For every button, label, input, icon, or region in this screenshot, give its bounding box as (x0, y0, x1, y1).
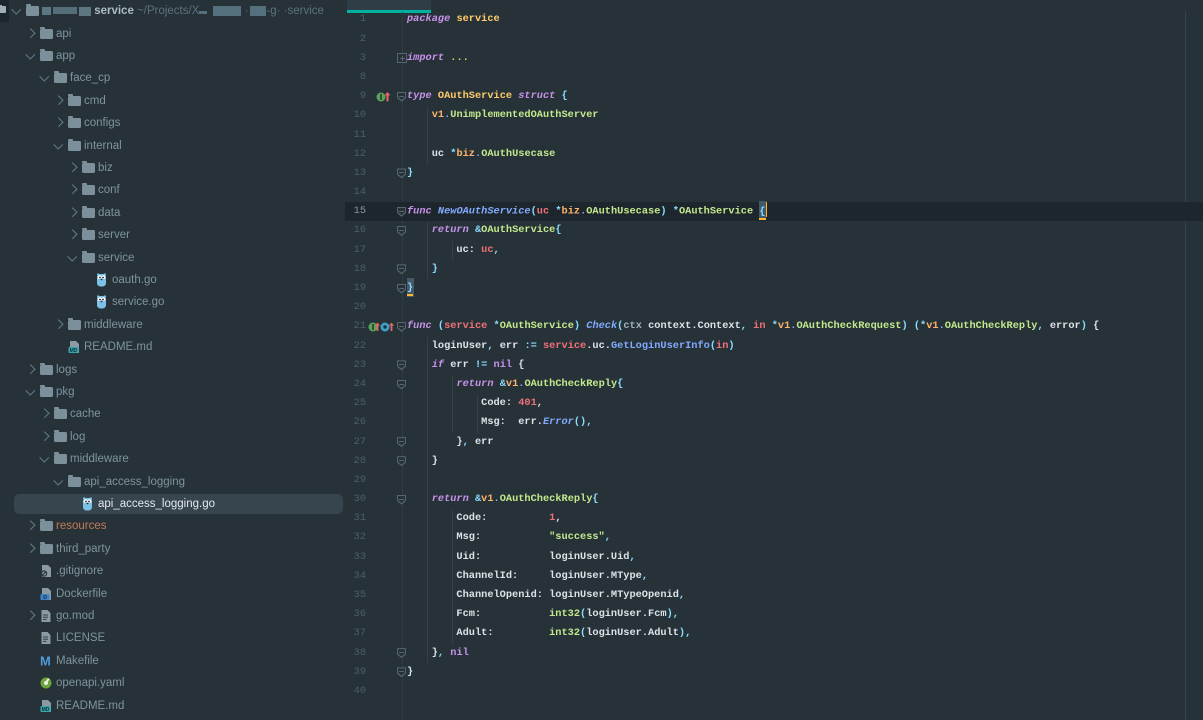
svg-text:MD: MD (70, 348, 78, 354)
svg-text:MD: MD (42, 706, 50, 712)
svg-text:D: D (43, 594, 47, 600)
